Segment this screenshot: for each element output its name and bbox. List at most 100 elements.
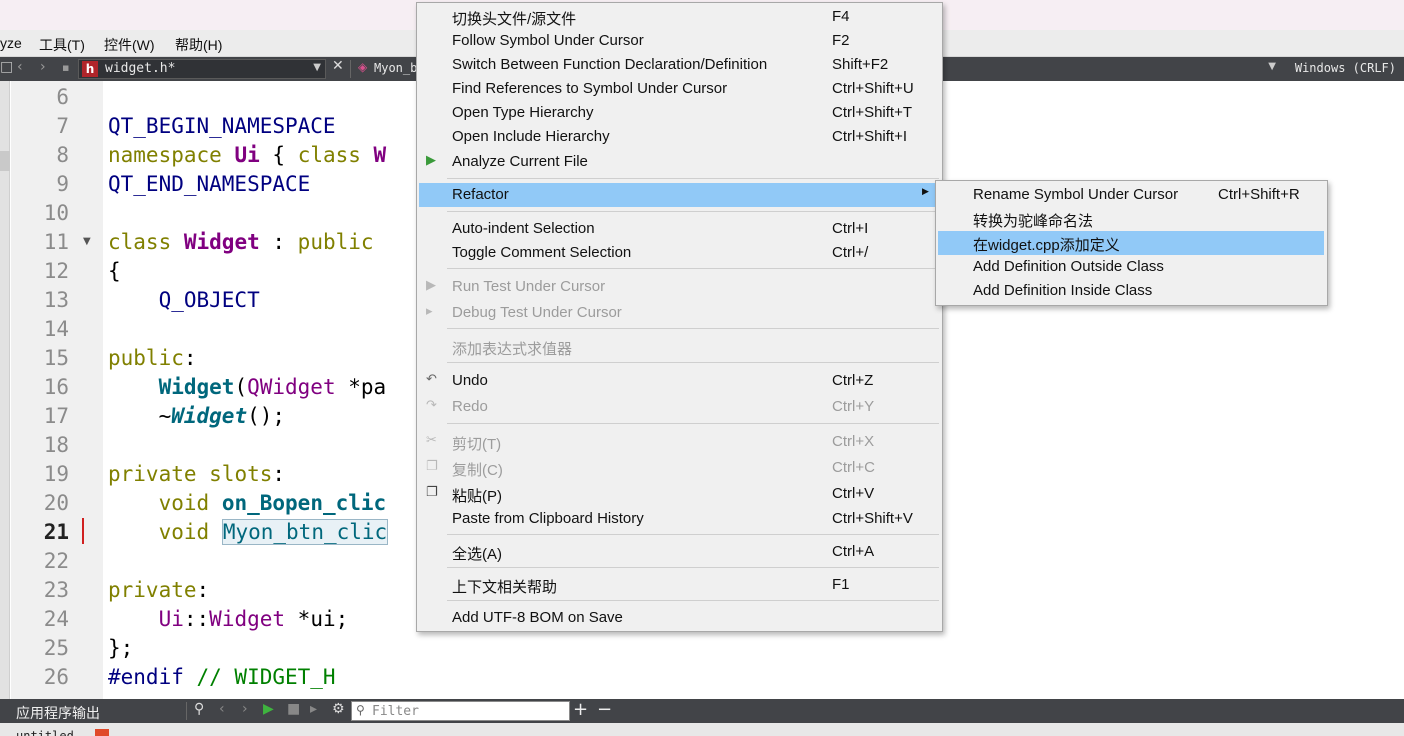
menu-item-auto-indent[interactable]: Auto-indent Selection Ctrl+I <box>419 217 940 241</box>
submenu-item-rename-symbol[interactable]: Rename Symbol Under Cursor Ctrl+Shift+R <box>938 183 1324 207</box>
line-ending-selector[interactable]: Windows (CRLF) <box>1295 61 1396 75</box>
menu-item-shortcut: F1 <box>832 576 850 593</box>
line-number: 9 <box>56 172 69 196</box>
menu-item-copy[interactable]: ❐ 复制(C) Ctrl+C <box>419 456 940 480</box>
attach-icon[interactable]: ⚲ <box>194 701 204 717</box>
fold-marker-icon[interactable]: ▼ <box>83 236 91 247</box>
close-tab-icon[interactable] <box>95 729 109 736</box>
menu-item-shortcut: Ctrl+Shift+U <box>832 80 914 97</box>
menu-item-type-hierarchy[interactable]: Open Type Hierarchy Ctrl+Shift+T <box>419 101 940 125</box>
menu-item-switch-decl-def[interactable]: Switch Between Function Declaration/Defi… <box>419 53 940 77</box>
punct-token: :: <box>183 607 210 631</box>
menu-item-shortcut: Ctrl+A <box>832 543 875 560</box>
menu-item-follow-symbol[interactable]: Follow Symbol Under Cursor F2 <box>419 29 940 53</box>
line-number: 24 <box>43 607 69 631</box>
line-ending-chevron-icon[interactable]: ▼ <box>1268 61 1276 72</box>
line-number: 6 <box>56 85 69 109</box>
punct-token: }; <box>108 636 134 660</box>
menu-controls[interactable]: 控件(W) <box>104 35 155 55</box>
submenu-item-definition-inside[interactable]: Add Definition Inside Class <box>938 279 1324 303</box>
menu-item-label: Open Include Hierarchy <box>452 128 610 145</box>
type-token: Widget <box>209 607 286 631</box>
menu-item-utf8-bom[interactable]: Add UTF-8 BOM on Save <box>419 606 940 630</box>
submenu-arrow-icon: ▶ <box>922 187 929 197</box>
menu-item-label: Auto-indent Selection <box>452 220 595 237</box>
code-line: class Widget : public <box>108 230 374 259</box>
menu-item-run-test[interactable]: ▶ Run Test Under Cursor <box>419 275 940 299</box>
symbol-under-cursor: Myon_btn_clic <box>221 519 389 545</box>
macro-token: Q_OBJECT <box>158 288 260 312</box>
toolbar-divider <box>350 60 351 78</box>
debug-icon[interactable]: ▸ <box>310 701 317 717</box>
slot-symbol-icon: ◈ <box>358 60 368 74</box>
menu-item-shortcut: Ctrl+Shift+V <box>832 510 913 527</box>
code-editor[interactable]: QT_BEGIN_NAMESPACE namespace Ui { class … <box>103 81 423 699</box>
menu-item-paste[interactable]: ❐ 粘贴(P) Ctrl+V <box>419 482 940 506</box>
menu-separator <box>447 211 939 212</box>
close-document-icon[interactable]: ✕ <box>332 58 344 74</box>
previous-icon[interactable]: ‹ <box>219 701 225 717</box>
submenu-item-definition-outside[interactable]: Add Definition Outside Class <box>938 255 1324 279</box>
filter-input[interactable] <box>372 703 562 719</box>
menu-separator <box>447 423 939 424</box>
menu-item-select-all[interactable]: 全选(A) Ctrl+A <box>419 540 940 564</box>
menu-separator <box>447 268 939 269</box>
redo-icon: ↷ <box>426 398 437 413</box>
menu-item-switch-header-source[interactable]: 切换头文件/源文件 F4 <box>419 5 940 29</box>
menu-item-debug-test[interactable]: ▸ Debug Test Under Cursor <box>419 301 940 325</box>
type-token: Ui <box>158 607 184 631</box>
menu-item-shortcut: Ctrl+V <box>832 485 875 502</box>
editor-context-menu: 切换头文件/源文件 F4 Follow Symbol Under Cursor F2… <box>416 2 943 632</box>
function-token: Widget <box>171 404 248 428</box>
menu-item-add-expression-evaluator[interactable]: 添加表达式求值器 <box>419 335 940 359</box>
open-file-combo[interactable]: h widget.h* ▼ <box>78 59 326 79</box>
symbol-combo[interactable]: ◈ Myon_btn_clicked() <box>356 59 416 79</box>
menu-item-shortcut: F2 <box>832 32 850 49</box>
zoom-out-icon[interactable]: − <box>597 699 612 720</box>
menu-item-cut[interactable]: ✂ 剪切(T) Ctrl+X <box>419 430 940 454</box>
line-number: 15 <box>43 346 69 370</box>
code-line: QT_BEGIN_NAMESPACE <box>108 114 336 143</box>
submenu-item-camel-case[interactable]: 转换为驼峰命名法 <box>938 207 1324 231</box>
menu-item-analyze-file[interactable]: ▶ Analyze Current File <box>419 150 940 174</box>
settings-gear-icon[interactable]: ⚙ <box>332 701 345 717</box>
punct-token: ( <box>234 375 248 399</box>
menu-item-label: 粘贴(P) <box>452 488 502 505</box>
menu-item-redo[interactable]: ↷ Redo Ctrl+Y <box>419 395 940 419</box>
menu-item-refactor[interactable]: Refactor ▶ <box>419 183 940 207</box>
code-line: #endif // WIDGET_H <box>108 665 336 694</box>
line-number-gutter: 6 7 8 9 10 11 ▼ 12 13 14 15 16 17 18 19 … <box>11 81 103 699</box>
menu-item-paste-history[interactable]: Paste from Clipboard History Ctrl+Shift+V <box>419 507 940 531</box>
menu-item-shortcut: Ctrl+Shift+I <box>832 128 908 145</box>
stop-icon[interactable]: ■ <box>287 701 300 717</box>
run-icon[interactable]: ▶ <box>263 701 274 717</box>
next-icon[interactable]: › <box>242 701 248 717</box>
output-tab[interactable]: untitled <box>16 729 74 736</box>
menu-item-find-references[interactable]: Find References to Symbol Under Cursor Ct… <box>419 77 940 101</box>
line-number: 7 <box>56 114 69 138</box>
code-line: { <box>108 259 121 288</box>
current-symbol: Myon_btn_clicked() <box>374 61 416 75</box>
menu-item-include-hierarchy[interactable]: Open Include Hierarchy Ctrl+Shift+I <box>419 125 940 149</box>
menu-analyze[interactable]: yze <box>0 35 22 51</box>
change-marker <box>82 518 84 544</box>
output-filter[interactable]: ⚲ <box>351 701 570 721</box>
punct-token: ~ <box>158 404 172 428</box>
menu-item-label: Follow Symbol Under Cursor <box>452 32 644 49</box>
menu-item-label: Find References to Symbol Under Cursor <box>452 80 728 97</box>
menu-tools[interactable]: 工具(T) <box>39 35 85 55</box>
menu-item-label: Refactor <box>452 186 509 203</box>
menu-item-label: Debug Test Under Cursor <box>452 304 622 321</box>
function-token: Widget <box>158 375 235 399</box>
menu-item-toggle-comment[interactable]: Toggle Comment Selection Ctrl+/ <box>419 241 940 265</box>
menu-item-context-help[interactable]: 上下文相关帮助 F1 <box>419 573 940 597</box>
back-arrow-icon[interactable]: ‹ <box>17 59 23 75</box>
forward-arrow-icon[interactable]: › <box>40 59 46 75</box>
run-test-icon: ▶ <box>426 278 436 293</box>
menu-help[interactable]: 帮助(H) <box>175 35 222 55</box>
zoom-in-icon[interactable]: + <box>573 699 588 720</box>
split-icon[interactable]: □ <box>0 59 13 75</box>
submenu-item-add-definition-cpp[interactable]: 在widget.cpp添加定义 <box>938 231 1324 255</box>
menu-item-undo[interactable]: ↶ Undo Ctrl+Z <box>419 369 940 393</box>
line-number: 13 <box>43 288 69 312</box>
